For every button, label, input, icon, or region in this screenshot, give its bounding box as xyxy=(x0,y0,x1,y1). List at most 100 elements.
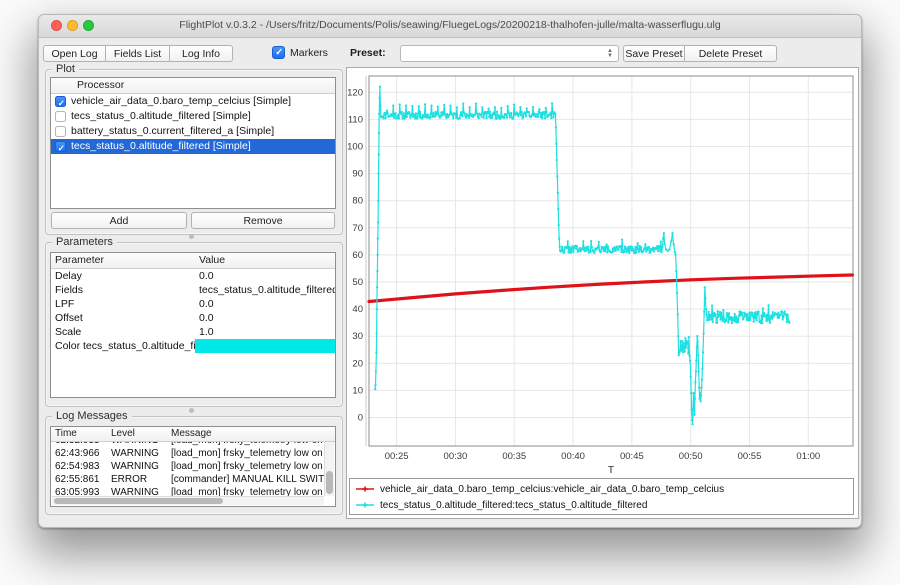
parameters-table-header: Parameter Value xyxy=(51,253,335,269)
log-message: [load_mon] frsky_telemetry low on sta xyxy=(167,447,325,460)
vertical-scrollbar[interactable] xyxy=(324,442,334,496)
log-table-header: Time Level Message xyxy=(51,427,335,442)
legend-entry: tecs_status_0.altitude_filtered:tecs_sta… xyxy=(355,497,848,513)
parameters-group-title: Parameters xyxy=(52,236,117,248)
combo-stepper-icon[interactable]: ▲▼ xyxy=(603,47,617,60)
save-preset-button[interactable]: Save Preset xyxy=(623,45,685,62)
parameter-value[interactable]: 0.0 xyxy=(195,297,335,311)
minimize-icon[interactable] xyxy=(67,20,78,31)
plot-field-label: tecs_status_0.altitude_filtered [Simple] xyxy=(71,139,251,154)
legend-marker-icon xyxy=(355,485,375,493)
unchecked-checkbox-icon[interactable] xyxy=(55,111,66,122)
svg-text:70: 70 xyxy=(352,223,363,234)
parameter-row[interactable]: Fieldstecs_status_0.altitude_filtered xyxy=(51,283,335,297)
log-message-row[interactable]: 62:43:966WARNING[load_mon] frsky_telemet… xyxy=(51,447,325,460)
legend-entry: vehicle_air_data_0.baro_temp_celcius:veh… xyxy=(355,481,848,497)
parameter-name: Scale xyxy=(51,325,195,339)
log-messages-groupbox: Log Messages Time Level Message 62:32:93… xyxy=(45,416,343,515)
parameter-row[interactable]: Delay0.0 xyxy=(51,269,335,283)
svg-text:50: 50 xyxy=(352,277,363,288)
plot-fields-table: Processor vehicle_air_data_0.baro_temp_c… xyxy=(50,77,336,209)
plot-groupbox: Plot Processor vehicle_air_data_0.baro_t… xyxy=(45,69,343,235)
legend-label: tecs_status_0.altitude_filtered:tecs_sta… xyxy=(380,500,647,511)
plot-table-header: Processor xyxy=(51,78,335,94)
chart-panel: 010203040506070809010011012000:2500:3000… xyxy=(346,67,859,519)
log-message: [load_mon] frsky_telemetry low on sta xyxy=(167,460,325,473)
add-button[interactable]: Add xyxy=(51,212,187,229)
parameter-row[interactable]: Scale1.0 xyxy=(51,325,335,339)
unchecked-checkbox-icon[interactable] xyxy=(55,126,66,137)
plot-field-list: vehicle_air_data_0.baro_temp_celcius [Si… xyxy=(51,94,335,154)
col-parameter: Parameter xyxy=(51,253,195,268)
title-bar: FlightPlot v.0.3.2 - /Users/fritz/Docume… xyxy=(39,15,861,38)
svg-text:00:40: 00:40 xyxy=(561,451,585,462)
svg-text:60: 60 xyxy=(352,250,363,261)
checked-checkbox-icon[interactable] xyxy=(55,141,66,152)
svg-text:00:30: 00:30 xyxy=(444,451,468,462)
svg-text:0: 0 xyxy=(358,413,363,424)
parameter-name: Fields xyxy=(51,283,195,297)
log-info-button[interactable]: Log Info xyxy=(170,45,233,62)
log-message: [commander] MANUAL KILL SWITCH EN xyxy=(167,473,325,486)
log-time: 62:43:966 xyxy=(51,447,107,460)
svg-text:40: 40 xyxy=(352,304,363,315)
splitter-handle[interactable] xyxy=(189,234,194,239)
remove-button[interactable]: Remove xyxy=(191,212,335,229)
delete-preset-button[interactable]: Delete Preset xyxy=(685,45,777,62)
svg-text:T: T xyxy=(608,464,615,476)
plot-field-row[interactable]: battery_status_0.current_filtered_a [Sim… xyxy=(51,124,335,139)
chart-legend: vehicle_air_data_0.baro_temp_celcius:veh… xyxy=(349,478,854,515)
close-icon[interactable] xyxy=(51,20,62,31)
log-message-row[interactable]: 62:55:861ERROR[commander] MANUAL KILL SW… xyxy=(51,473,325,486)
plot-field-row[interactable]: vehicle_air_data_0.baro_temp_celcius [Si… xyxy=(51,94,335,109)
svg-text:00:45: 00:45 xyxy=(620,451,644,462)
log-time: 62:55:861 xyxy=(51,473,107,486)
parameters-groupbox: Parameters Parameter Value Delay0.0Field… xyxy=(45,242,343,407)
color-swatch[interactable] xyxy=(195,339,335,353)
plot-field-row[interactable]: tecs_status_0.altitude_filtered [Simple] xyxy=(51,109,335,124)
log-messages-table: Time Level Message 62:32:933WARNING[load… xyxy=(50,426,336,507)
zoom-icon[interactable] xyxy=(83,20,94,31)
window-title: FlightPlot v.0.3.2 - /Users/fritz/Docume… xyxy=(39,15,861,36)
parameter-row[interactable]: Offset0.0 xyxy=(51,311,335,325)
plot-field-label: tecs_status_0.altitude_filtered [Simple] xyxy=(71,109,251,124)
parameters-table: Parameter Value Delay0.0Fieldstecs_statu… xyxy=(50,252,336,398)
log-level: ERROR xyxy=(107,473,167,486)
plot-canvas[interactable]: 010203040506070809010011012000:2500:3000… xyxy=(347,68,858,477)
log-group-title: Log Messages xyxy=(52,410,132,422)
svg-text:10: 10 xyxy=(352,385,363,396)
log-level: WARNING xyxy=(107,460,167,473)
log-message-row[interactable]: 62:54:983WARNING[load_mon] frsky_telemet… xyxy=(51,460,325,473)
parameter-name: Delay xyxy=(51,269,195,283)
parameter-row[interactable]: Color tecs_status_0.altitude_filt... xyxy=(51,339,335,353)
splitter-handle[interactable] xyxy=(189,408,194,413)
plot-group-title: Plot xyxy=(52,63,79,75)
parameter-value[interactable]: 1.0 xyxy=(195,325,335,339)
vscroll-thumb[interactable] xyxy=(326,471,333,494)
hscroll-thumb[interactable] xyxy=(54,498,223,504)
svg-text:00:55: 00:55 xyxy=(738,451,762,462)
parameter-value[interactable]: 0.0 xyxy=(195,269,335,283)
plot-field-row[interactable]: tecs_status_0.altitude_filtered [Simple] xyxy=(51,139,335,154)
checked-checkbox-icon[interactable] xyxy=(55,96,66,107)
preset-combobox[interactable]: ▲▼ xyxy=(400,45,619,62)
svg-text:00:25: 00:25 xyxy=(385,451,409,462)
horizontal-scrollbar[interactable] xyxy=(52,496,324,505)
fields-list-button[interactable]: Fields List xyxy=(106,45,170,62)
markers-checkbox[interactable] xyxy=(272,46,285,59)
col-level: Level xyxy=(107,427,167,441)
svg-text:30: 30 xyxy=(352,331,363,342)
col-message: Message xyxy=(167,427,335,441)
svg-text:100: 100 xyxy=(347,141,363,152)
legend-label: vehicle_air_data_0.baro_temp_celcius:veh… xyxy=(380,484,724,495)
svg-text:01:00: 01:00 xyxy=(796,451,820,462)
legend-marker-icon xyxy=(355,501,375,509)
open-log-button[interactable]: Open Log xyxy=(43,45,106,62)
parameter-row[interactable]: LPF0.0 xyxy=(51,297,335,311)
svg-text:80: 80 xyxy=(352,196,363,207)
parameters-rows: Delay0.0Fieldstecs_status_0.altitude_fil… xyxy=(51,269,335,353)
parameter-value[interactable]: tecs_status_0.altitude_filtered xyxy=(195,283,335,297)
parameter-value[interactable]: 0.0 xyxy=(195,311,335,325)
svg-text:110: 110 xyxy=(348,114,363,125)
log-rows: 62:32:933WARNING[load_mon] frsky_telemet… xyxy=(51,442,325,499)
